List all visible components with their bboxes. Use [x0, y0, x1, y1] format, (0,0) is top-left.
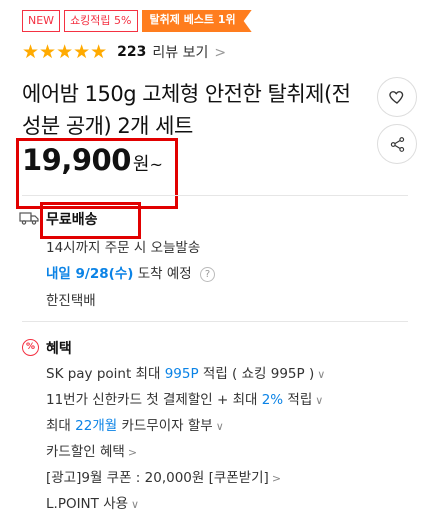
- share-icon: [390, 136, 404, 152]
- lpoint-row[interactable]: L.POINT 사용 ∨: [46, 492, 139, 512]
- free-shipping-title: 무료배송: [46, 212, 98, 228]
- installment-months: 22개월: [75, 418, 118, 434]
- star-rating-icon: ★★★★★: [22, 41, 108, 63]
- badge-row: NEW 쇼킹적립 5% 탈취제 베스트 1위: [22, 10, 252, 32]
- arrival-estimate: 내일 9/28(수) 도착 예정 ?: [46, 262, 215, 282]
- coupon-row[interactable]: [광고]9월 쿠폰 : 20,000원 [쿠폰받기] >: [46, 466, 281, 486]
- heart-icon: [389, 91, 404, 104]
- product-title: 에어밤 150g 고체형 안전한 탈취제(전성분 공개) 2개 세트: [22, 82, 351, 138]
- price-suffix: ~: [149, 155, 163, 174]
- sk-point-detail: 적립 ( 쇼킹 995P ): [202, 366, 315, 382]
- card-prefix: 11번가 신한카드 첫 결제할인 + 최대: [46, 392, 258, 408]
- card-benefit-row[interactable]: 카드할인 혜택 >: [46, 440, 137, 460]
- chevron-right-icon: >: [271, 472, 282, 485]
- chevron-down-icon: ∨: [315, 394, 324, 407]
- divider: [22, 195, 408, 196]
- arrival-label: 도착 예정: [137, 266, 192, 282]
- divider: [22, 321, 408, 322]
- review-link-label[interactable]: 리뷰 보기: [152, 45, 208, 61]
- price-amount: 19,900: [22, 143, 131, 177]
- wishlist-button[interactable]: [377, 77, 417, 117]
- chevron-right-icon: >: [214, 45, 227, 61]
- share-button[interactable]: [377, 124, 417, 164]
- help-icon[interactable]: ?: [200, 267, 215, 282]
- sk-point-prefix: SK pay point 최대: [46, 366, 161, 382]
- new-badge: NEW: [22, 10, 61, 32]
- chevron-down-icon: ∨: [131, 498, 140, 511]
- best-seller-badge: 탈취제 베스트 1위: [142, 10, 252, 32]
- rating-bar: ★★★★★ 223 리뷰 보기 >: [22, 40, 226, 64]
- chevron-down-icon: ∨: [317, 368, 326, 381]
- sk-pay-point-row[interactable]: SK pay point 최대 995P 적립 ( 쇼킹 995P ) ∨: [46, 362, 325, 382]
- chevron-down-icon: ∨: [215, 420, 224, 433]
- review-count: 223: [117, 44, 147, 60]
- sk-point-amount: 995P: [164, 366, 199, 382]
- shocking-reward-badge: 쇼킹적립 5%: [64, 10, 138, 32]
- benefits-title: 혜택: [46, 341, 72, 357]
- card-benefit-label: 카드할인 혜택: [46, 444, 125, 460]
- price: 19,900 원 ~: [22, 143, 163, 177]
- chevron-right-icon: >: [127, 446, 138, 459]
- card-rate: 2%: [261, 392, 284, 408]
- card-suffix: 적립: [287, 392, 313, 408]
- carrier: 한진택배: [46, 293, 96, 309]
- order-cutoff-note: 14시까지 주문 시 오늘발송: [46, 240, 201, 256]
- coupon-label: [광고]9월 쿠폰 : 20,000원 [쿠폰받기]: [46, 470, 269, 486]
- installment-suffix: 카드무이자 할부: [121, 418, 213, 434]
- arrival-date: 내일 9/28(수): [46, 266, 134, 282]
- price-unit: 원: [132, 154, 150, 175]
- truck-icon: [19, 212, 39, 225]
- installment-prefix: 최대: [46, 418, 71, 434]
- installment-row[interactable]: 최대 22개월 카드무이자 할부 ∨: [46, 414, 224, 434]
- review-link[interactable]: 리뷰 보기 >: [152, 42, 226, 62]
- card-discount-row[interactable]: 11번가 신한카드 첫 결제할인 + 최대 2% 적립 ∨: [46, 388, 323, 408]
- lpoint-label: L.POINT 사용: [46, 496, 129, 512]
- percent-icon: %: [22, 339, 39, 356]
